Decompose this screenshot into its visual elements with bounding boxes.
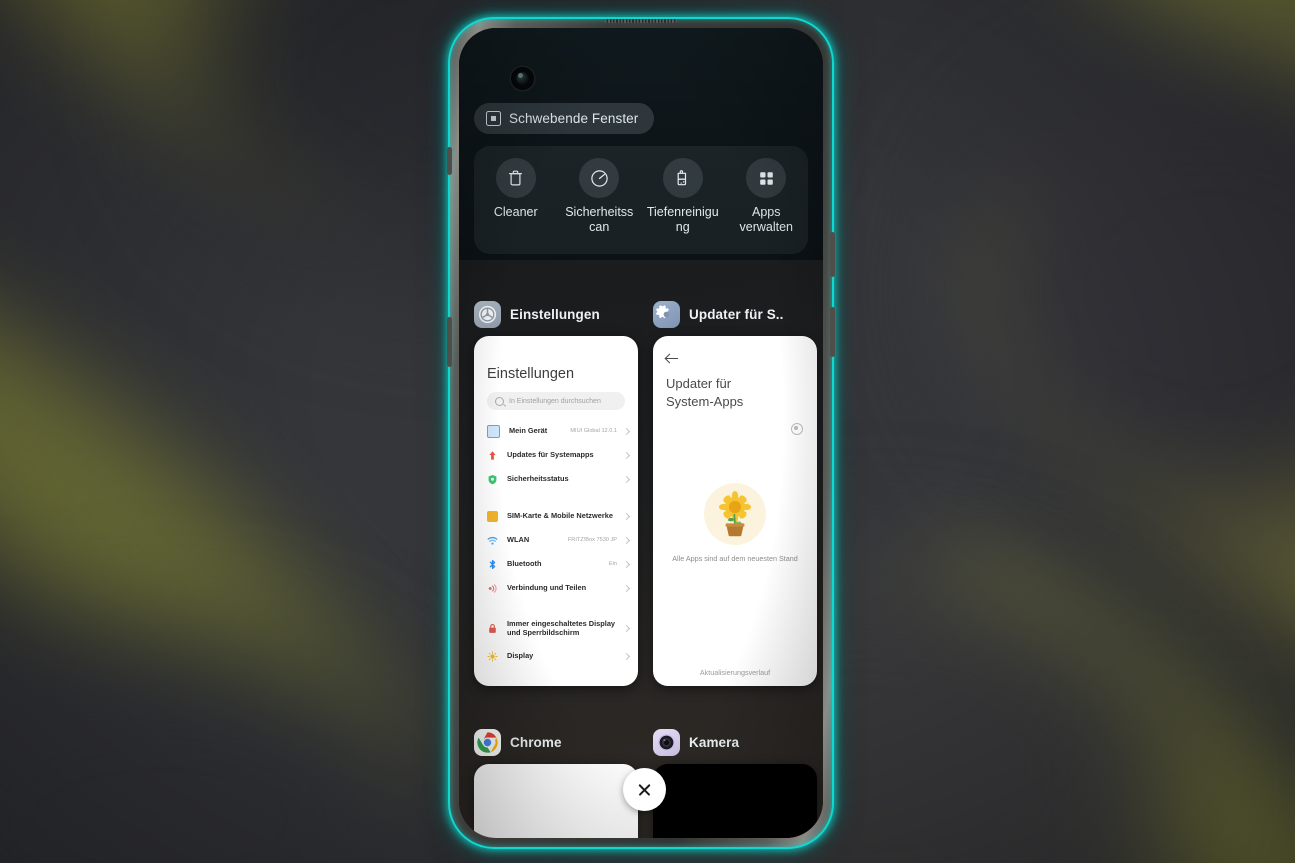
settings-row[interactable]: Display xyxy=(474,644,638,668)
close-all-button[interactable] xyxy=(623,768,666,811)
settings-row-label: Mein Gerät xyxy=(509,425,548,435)
card-app-name: Kamera xyxy=(689,734,740,750)
quick-action-label: Apps verwalten xyxy=(739,205,794,234)
settings-row-label: Immer eingeschaltetes Display und Sperrb… xyxy=(507,618,616,637)
card-preview-updater[interactable]: Updater für System-Apps Alle Apps sind a… xyxy=(653,336,817,686)
chevron-right-icon xyxy=(622,536,631,544)
recent-card-kamera[interactable]: Kamera xyxy=(653,728,817,838)
settings-group-divider xyxy=(474,600,638,613)
settings-row-value: FRITZ!Box 7530 JP xyxy=(567,537,617,543)
chevron-right-icon xyxy=(622,451,631,459)
settings-row-value: Ein xyxy=(608,561,617,567)
settings-row[interactable]: WLAN FRITZ!Box 7530 JP xyxy=(474,528,638,552)
floating-windows-chip[interactable]: Schwebende Fenster xyxy=(474,103,655,134)
settings-row[interactable]: SIM-Karte & Mobile Netzwerke xyxy=(474,504,638,528)
settings-rows: Mein Gerät MIUI Global 12.0.1 Updates fü… xyxy=(474,419,638,668)
power-button[interactable] xyxy=(830,232,835,277)
trash-icon xyxy=(495,158,536,198)
search-placeholder: In Einstellungen durchsuchen xyxy=(509,397,601,405)
updater-preview-title: Updater für System-Apps xyxy=(666,376,744,409)
settings-row-label: Bluetooth xyxy=(507,558,542,568)
speaker-grille xyxy=(605,19,677,23)
update-arrow-icon xyxy=(487,450,498,461)
card-header: Einstellungen xyxy=(474,300,638,328)
card-header: Chrome xyxy=(474,728,638,756)
chevron-right-icon xyxy=(622,512,631,520)
chevron-right-icon xyxy=(622,427,631,435)
settings-row[interactable]: Immer eingeschaltetes Display und Sperrb… xyxy=(474,613,638,644)
card-app-name: Einstellungen xyxy=(510,306,600,322)
settings-row[interactable]: Updates für Systemapps xyxy=(474,443,638,467)
device-icon xyxy=(487,424,500,438)
card-header: Updater für S.. xyxy=(653,300,817,328)
settings-row[interactable]: Bluetooth Ein xyxy=(474,552,638,576)
settings-row-label: Display xyxy=(507,650,534,660)
quick-action-deep-clean[interactable]: Tiefenreinigung xyxy=(641,146,725,254)
shield-icon xyxy=(487,474,498,485)
search-icon xyxy=(495,396,504,406)
settings-row-label: Verbindung und Teilen xyxy=(507,582,587,592)
card-preview-chrome[interactable] xyxy=(474,764,638,838)
chevron-right-icon xyxy=(622,624,631,633)
settings-group-divider xyxy=(474,491,638,504)
volume-button[interactable] xyxy=(830,307,835,357)
settings-search-field[interactable]: In Einstellungen durchsuchen xyxy=(487,392,625,410)
broom-icon xyxy=(662,158,703,198)
quick-actions-panel: Cleaner Sicherheitsscan Tiefenreinigung … xyxy=(474,146,808,254)
quick-action-manage-apps[interactable]: Apps verwalten xyxy=(725,146,809,254)
sunflower-plant-illustration xyxy=(704,483,766,545)
card-preview-settings[interactable]: Einstellungen In Einstellungen durchsuch… xyxy=(474,336,638,686)
chevron-right-icon xyxy=(622,652,631,660)
chevron-right-icon xyxy=(622,475,631,483)
phone-screen: Schwebende Fenster Cleaner Sicherheitssc… xyxy=(459,28,823,838)
settings-row-label: WLAN xyxy=(507,534,530,544)
gear-app-icon xyxy=(653,300,680,328)
floating-windows-label: Schwebende Fenster xyxy=(509,111,639,126)
recent-card-einstellungen[interactable]: Einstellungen Einstellungen In Einstellu… xyxy=(474,300,638,686)
chevron-right-icon xyxy=(622,560,631,568)
side-button-notch xyxy=(447,317,452,367)
bluetooth-icon xyxy=(487,559,498,570)
quick-action-label: Cleaner xyxy=(493,205,538,219)
update-history-link[interactable]: Aktualisierungsverlauf xyxy=(653,668,817,677)
card-app-name: Chrome xyxy=(510,734,562,750)
recent-card-updater[interactable]: Updater für S.. Updater für System-Apps xyxy=(653,300,817,686)
quick-action-label: Sicherheitsscan xyxy=(565,205,634,234)
updater-status-text: Alle Apps sind auf dem neuesten Stand xyxy=(672,554,798,563)
settings-app-icon xyxy=(474,300,501,328)
brightness-icon xyxy=(487,650,498,662)
settings-row-label: SIM-Karte & Mobile Netzwerke xyxy=(507,510,613,520)
sharing-icon xyxy=(487,583,498,594)
wifi-icon xyxy=(487,535,498,546)
gauge-icon xyxy=(579,158,620,198)
floating-window-icon xyxy=(486,111,501,126)
quick-action-label: Tiefenreinigung xyxy=(646,205,719,234)
card-app-name: Updater für S.. xyxy=(689,306,784,322)
chevron-right-icon xyxy=(622,584,631,592)
quick-action-cleaner[interactable]: Cleaner xyxy=(474,146,558,254)
camera-app-icon xyxy=(653,728,680,756)
settings-dots-icon[interactable] xyxy=(791,423,803,435)
grid-icon xyxy=(746,158,787,198)
settings-row[interactable]: Sicherheitsstatus xyxy=(474,467,638,491)
back-arrow-icon[interactable] xyxy=(666,352,679,365)
recent-card-chrome[interactable]: Chrome xyxy=(474,728,638,838)
settings-row[interactable]: Verbindung und Teilen xyxy=(474,576,638,600)
quick-action-security-scan[interactable]: Sicherheitsscan xyxy=(558,146,642,254)
side-button-notch xyxy=(447,147,452,175)
card-header: Kamera xyxy=(653,728,817,756)
settings-row[interactable]: Mein Gerät MIUI Global 12.0.1 xyxy=(474,419,638,443)
chrome-app-icon xyxy=(474,728,501,756)
lock-icon xyxy=(487,623,498,634)
settings-row-label: Sicherheitsstatus xyxy=(507,473,569,483)
front-camera-punch-hole xyxy=(511,67,534,90)
settings-preview-title: Einstellungen xyxy=(487,366,575,382)
sim-card-icon xyxy=(487,510,498,522)
settings-row-label: Updates für Systemapps xyxy=(507,449,594,459)
phone-device: Schwebende Fenster Cleaner Sicherheitssc… xyxy=(447,17,835,849)
card-preview-kamera[interactable] xyxy=(653,764,817,838)
close-icon xyxy=(637,782,652,797)
settings-row-value: MIUI Global 12.0.1 xyxy=(570,428,617,434)
